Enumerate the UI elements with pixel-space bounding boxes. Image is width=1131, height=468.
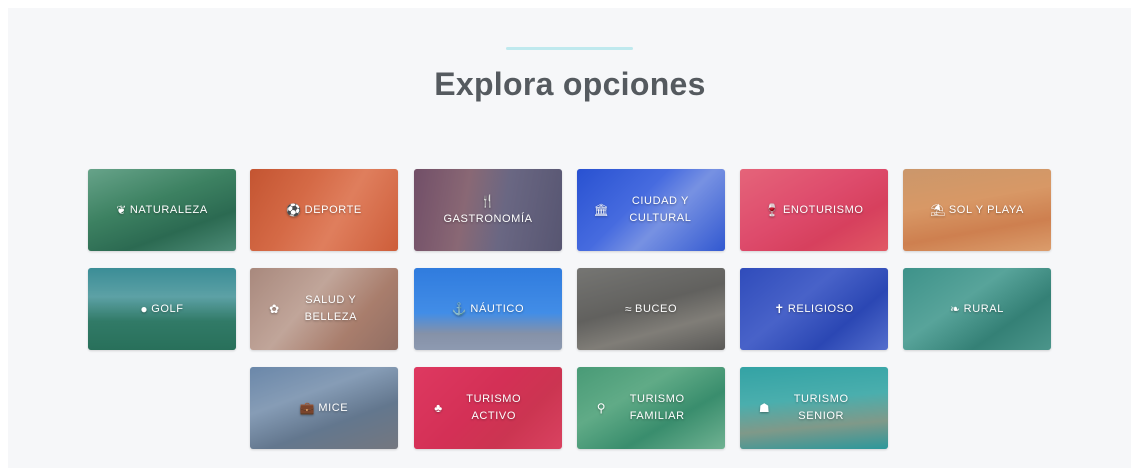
tile-label: Deporte	[304, 203, 362, 216]
tile-label: Rural	[963, 302, 1004, 315]
tile-label: Salud y belleza	[304, 294, 358, 323]
tile-label: Religioso	[787, 302, 854, 315]
tile-content: ⛱ Sol y playa	[903, 169, 1051, 251]
tile-label: Gastronomía	[443, 212, 533, 225]
title-accent-line	[506, 47, 633, 50]
anchor-icon: ⚓	[451, 301, 468, 316]
tile-content: ❦ Naturaleza	[88, 169, 236, 251]
cutlery-icon: 🍴	[480, 193, 496, 208]
option-tile-turismo-activo[interactable]: ♣ Turismo activo	[414, 367, 562, 449]
golf-ball-icon: ●	[140, 301, 149, 316]
tile-content: ⚓ Náutico	[414, 268, 562, 350]
option-tile-mice[interactable]: 💼 Mice	[250, 367, 398, 449]
swimmer-icon: ≈	[624, 301, 633, 316]
tile-label: Turismo activo	[466, 393, 522, 422]
tile-content: ≈ Buceo	[577, 268, 725, 350]
option-tile-enoturismo[interactable]: 🍷 Enoturismo	[740, 169, 888, 251]
tile-content: ❧ Rural	[903, 268, 1051, 350]
option-tile-sol-y-playa[interactable]: ⛱ Sol y playa	[903, 169, 1051, 251]
explore-options-section: Explora opciones ❦ Naturaleza ⚽ Deporte 🍴 Gas…	[8, 8, 1131, 468]
section-title: Explora opciones	[434, 66, 706, 102]
option-tile-golf[interactable]: ● Golf	[88, 268, 236, 350]
tile-content: 💼 Mice	[250, 367, 398, 449]
leaf-icon: ❧	[950, 301, 961, 316]
tile-content: ☗ Turismo senior	[740, 367, 888, 449]
tile-content: 🍴 Gastronomía	[414, 169, 562, 251]
wine-glass-icon: 🍷	[764, 202, 780, 217]
option-tile-turismo-familiar[interactable]: ⚲ Turismo familiar	[577, 367, 725, 449]
option-tile-gastronomia[interactable]: 🍴 Gastronomía	[414, 169, 562, 251]
tile-content: 🏛 Ciudad y cultural	[577, 169, 725, 251]
option-tile-ciudad-y-cultural[interactable]: 🏛 Ciudad y cultural	[577, 169, 725, 251]
tile-content: ⚽ Deporte	[250, 169, 398, 251]
cross-icon: ✝	[774, 301, 785, 316]
museum-icon: 🏛	[593, 202, 610, 217]
option-tile-deporte[interactable]: ⚽ Deporte	[250, 169, 398, 251]
tile-content: ✿ Salud y belleza	[250, 268, 398, 350]
football-icon: ⚽	[286, 202, 302, 217]
briefcase-icon: 💼	[299, 400, 316, 415]
option-tile-buceo[interactable]: ≈ Buceo	[577, 268, 725, 350]
option-tile-religioso[interactable]: ✝ Religioso	[740, 268, 888, 350]
family-icon: ⚲	[596, 400, 607, 415]
tile-content: ● Golf	[88, 268, 236, 350]
option-tile-salud-y-belleza[interactable]: ✿ Salud y belleza	[250, 268, 398, 350]
option-tile-rural[interactable]: ❧ Rural	[903, 268, 1051, 350]
tile-label: Turismo senior	[793, 393, 849, 422]
option-tile-nautico[interactable]: ⚓ Náutico	[414, 268, 562, 350]
tile-label: Naturaleza	[129, 203, 208, 216]
tile-content: ⚲ Turismo familiar	[577, 367, 725, 449]
tile-label: Mice	[318, 401, 349, 414]
tile-label: Turismo familiar	[629, 393, 685, 422]
tile-label: Golf	[151, 302, 184, 315]
tile-label: Náutico	[470, 302, 525, 315]
option-tile-naturaleza[interactable]: ❦ Naturaleza	[88, 169, 236, 251]
tile-content: ✝ Religioso	[740, 268, 888, 350]
leaf-icon: ❦	[116, 202, 127, 217]
option-tile-turismo-senior[interactable]: ☗ Turismo senior	[740, 367, 888, 449]
beach-umbrella-icon: ⛱	[930, 202, 946, 217]
lotus-icon: ✿	[269, 301, 280, 316]
tile-label: Sol y playa	[948, 203, 1024, 216]
tile-content: ♣ Turismo activo	[414, 367, 562, 449]
tile-label: Buceo	[635, 302, 678, 315]
tile-label: Enoturismo	[782, 203, 864, 216]
tile-content: 🍷 Enoturismo	[740, 169, 888, 251]
senior-couple-icon: ☗	[758, 400, 771, 415]
hiker-group-icon: ♣	[434, 400, 443, 415]
tile-label: Ciudad y cultural	[629, 195, 692, 224]
